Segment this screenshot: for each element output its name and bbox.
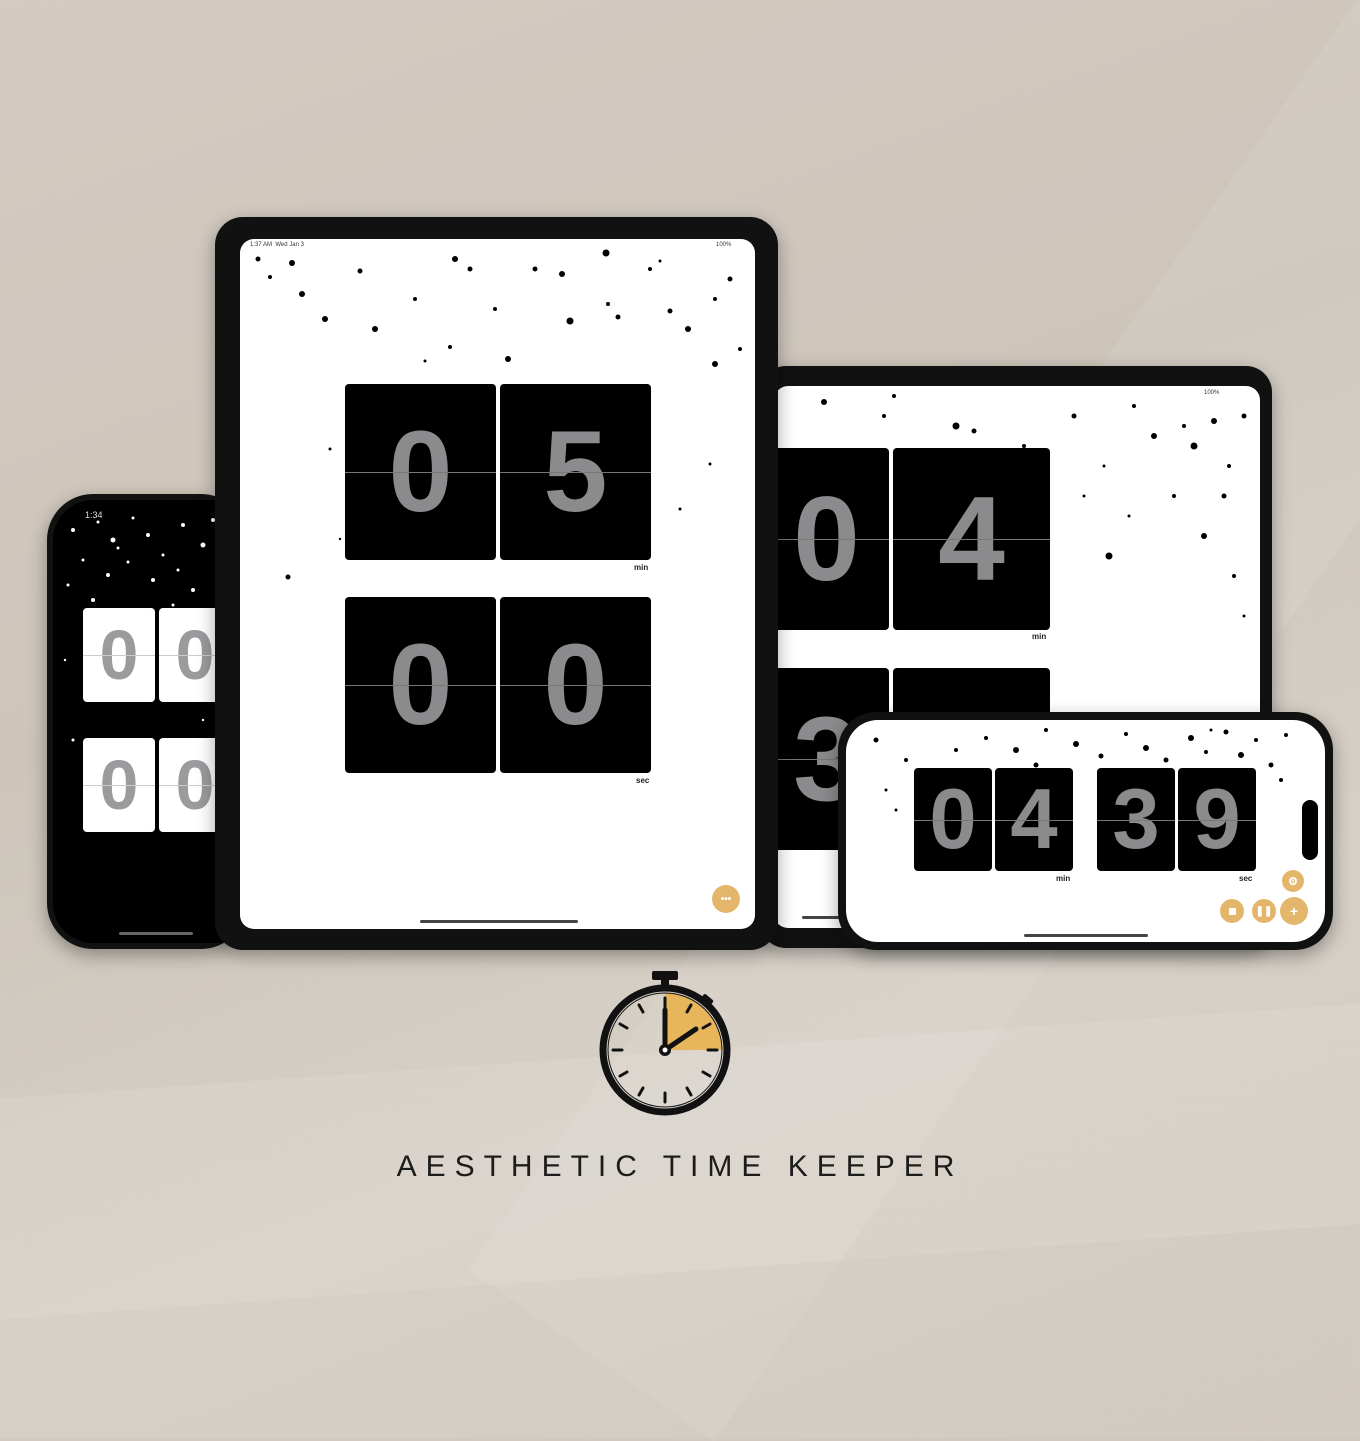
- brand-title: AESTHETIC TIME KEEPER: [396, 1150, 964, 1183]
- snow-particles: [255, 249, 742, 580]
- ipad-portrait-device: 1:37 AM Wed Jan 3 100% 0 5 min 0 0 sec •…: [215, 217, 778, 950]
- digit-card: 0: [500, 597, 651, 773]
- status-time: 1:37 AM Wed Jan 3: [250, 242, 304, 248]
- status-time: 1:34: [85, 510, 103, 520]
- sec-label: sec: [636, 776, 650, 785]
- stop-button[interactable]: [1220, 899, 1244, 923]
- digit-card: 0: [83, 738, 155, 832]
- ipad-portrait-screen: 1:37 AM Wed Jan 3 100% 0 5 min 0 0 sec •…: [240, 239, 755, 929]
- digit-card: 5: [500, 384, 651, 560]
- ellipsis-icon: •••: [720, 893, 732, 905]
- add-time-button[interactable]: +: [1280, 897, 1308, 925]
- digit-card: 9: [1178, 768, 1256, 871]
- min-label: min: [1056, 874, 1071, 883]
- stopwatch-icon: [599, 971, 731, 1116]
- home-indicator[interactable]: [119, 932, 193, 935]
- digit-card: 0: [914, 768, 992, 871]
- digit-card: 0: [774, 448, 889, 630]
- stop-icon: [1228, 907, 1236, 915]
- digit-card: 4: [893, 448, 1050, 630]
- digit-card: 3: [1097, 768, 1175, 871]
- digit-card: 0: [345, 384, 496, 560]
- settings-icon: ⚙: [1288, 875, 1298, 888]
- settings-button[interactable]: ⚙: [1282, 870, 1304, 892]
- digit-card: 0: [83, 608, 155, 702]
- pause-icon: ❚❚: [1255, 905, 1273, 917]
- phone-landscape-device: 0 4 min 3 9 sec ⚙ ❚❚ +: [838, 712, 1333, 950]
- digit-card: 4: [995, 768, 1073, 871]
- home-indicator[interactable]: [1024, 934, 1148, 937]
- sec-label: sec: [1239, 874, 1253, 883]
- phone-landscape-screen: 0 4 min 3 9 sec ⚙ ❚❚ +: [846, 720, 1325, 942]
- pause-button[interactable]: ❚❚: [1252, 899, 1276, 923]
- add-icon: +: [1289, 903, 1299, 919]
- min-label: min: [634, 563, 649, 572]
- min-label: min: [1032, 632, 1047, 641]
- menu-button[interactable]: •••: [712, 885, 740, 913]
- status-battery: 100%: [1204, 390, 1220, 396]
- digit-card: 0: [345, 597, 496, 773]
- dynamic-island: [1302, 800, 1318, 860]
- status-battery: 100%: [716, 242, 732, 248]
- home-indicator[interactable]: [420, 920, 578, 923]
